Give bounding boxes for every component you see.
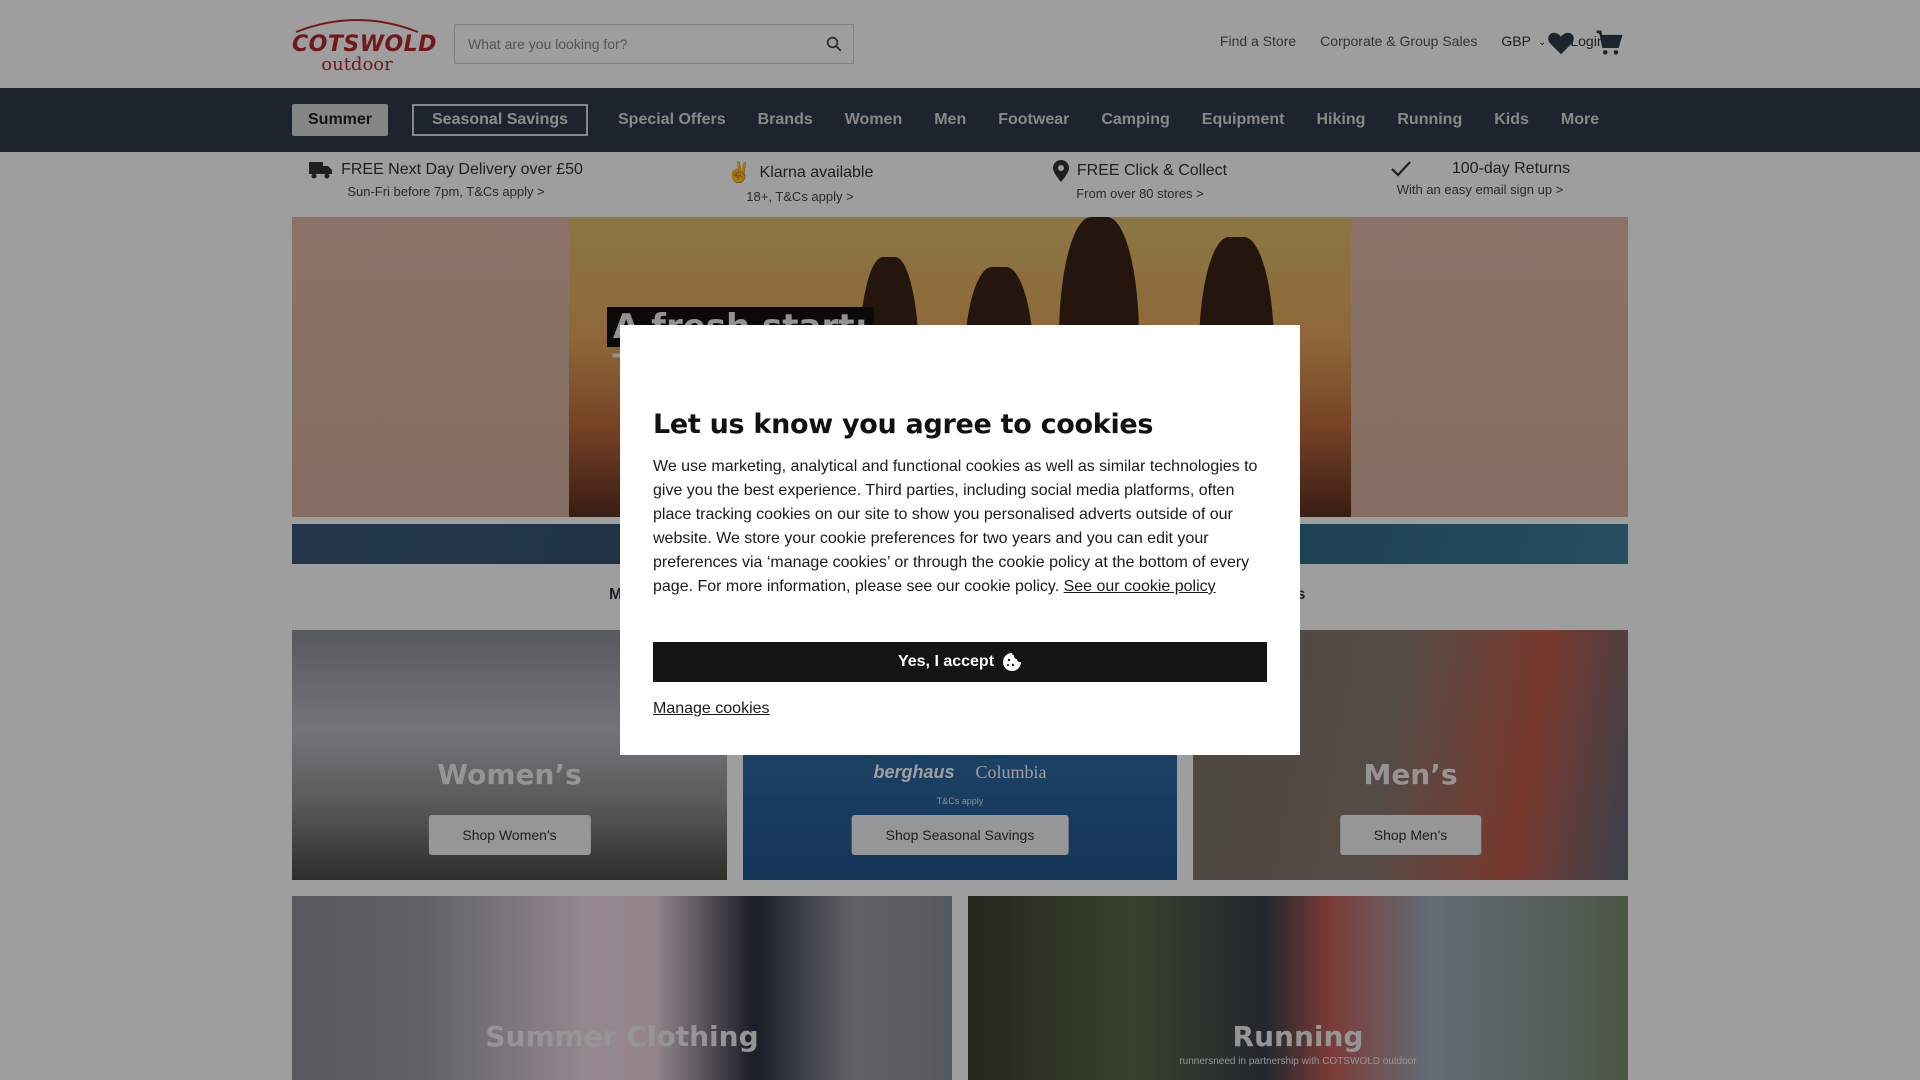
accept-cookies-button[interactable]: Yes, I accept (653, 642, 1267, 682)
cookie-modal-body: We use marketing, analytical and functio… (653, 455, 1273, 599)
manage-cookies-link[interactable]: Manage cookies (653, 700, 770, 718)
cookie-policy-link[interactable]: See our cookie policy (1064, 578, 1216, 595)
cookie-consent-modal: Let us know you agree to cookies We use … (620, 325, 1300, 755)
cookie-body-text: We use marketing, analytical and functio… (653, 458, 1258, 595)
cookie-modal-title: Let us know you agree to cookies (653, 409, 1154, 440)
cookie-icon (1003, 653, 1022, 671)
accept-cookies-label: Yes, I accept (897, 653, 995, 670)
